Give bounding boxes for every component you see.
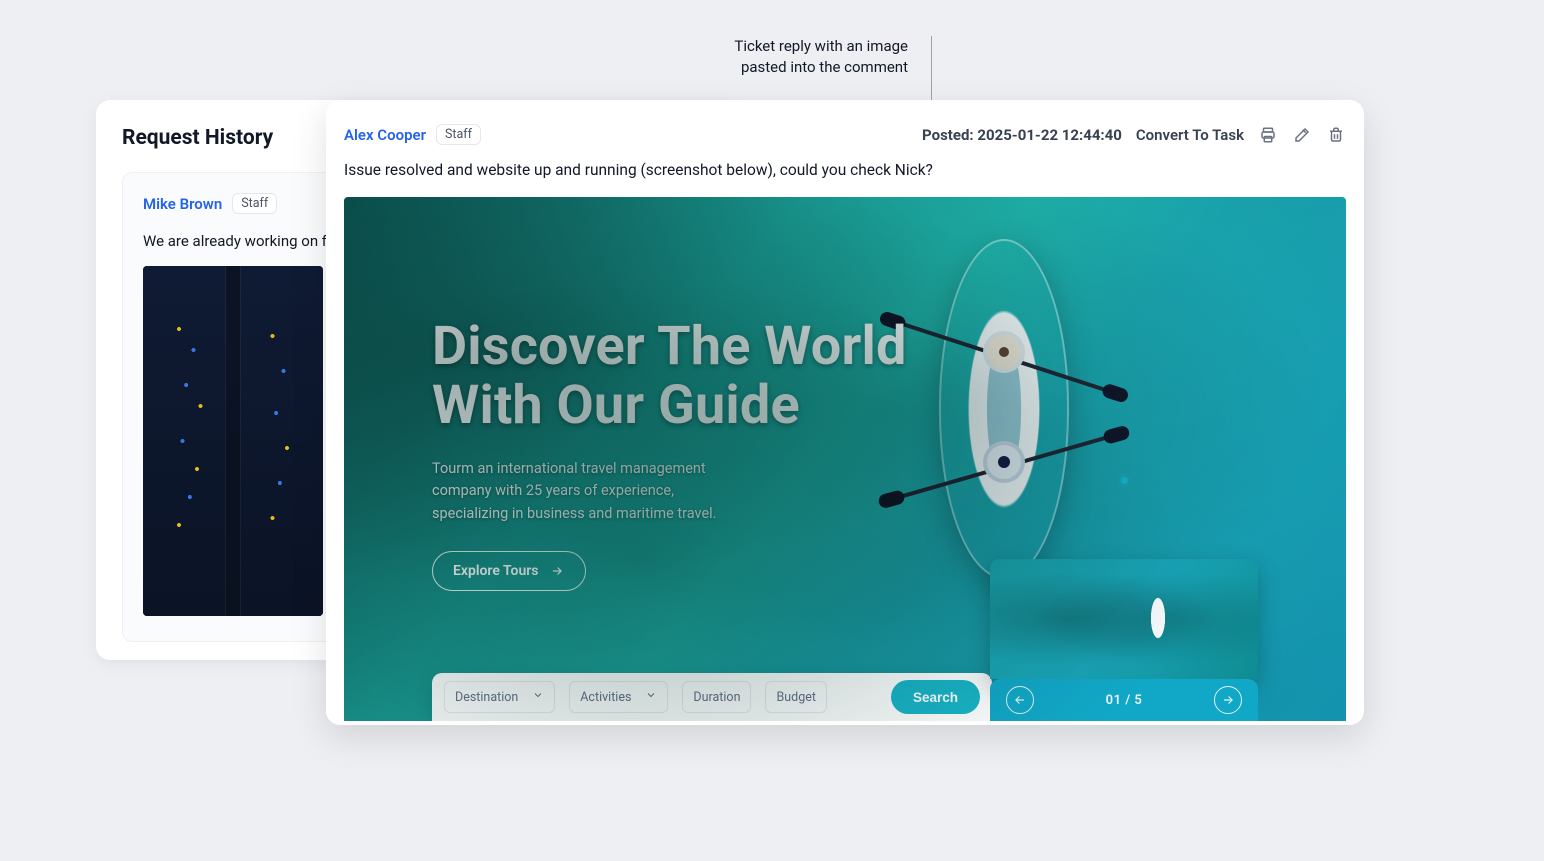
kayak-hull <box>939 239 1069 579</box>
server-rack-left <box>143 266 226 616</box>
posted-timestamp: Posted: 2025-01-22 12:44:40 <box>922 126 1122 144</box>
convert-to-task-link[interactable]: Convert To Task <box>1136 126 1244 144</box>
thumbnail-kayak <box>1145 583 1171 653</box>
duration-select[interactable]: Duration <box>682 681 751 713</box>
search-button[interactable]: Search <box>891 680 980 714</box>
print-icon[interactable] <box>1258 125 1278 145</box>
budget-select[interactable]: Budget <box>765 681 826 713</box>
arrow-right-icon <box>549 564 565 578</box>
author-link[interactable]: Mike Brown <box>143 195 222 213</box>
annotation-line-1: Ticket reply with an image <box>0 36 908 57</box>
reply-meta-actions: Posted: 2025-01-22 12:44:40 Convert To T… <box>922 125 1346 145</box>
hero-title-line-1: Discover The World <box>432 317 907 376</box>
edit-icon[interactable] <box>1292 125 1312 145</box>
posted-value: 2025-01-22 12:44:40 <box>977 126 1122 144</box>
activities-select[interactable]: Activities <box>569 681 668 713</box>
ticket-reply-card: Alex Cooper Staff Posted: 2025-01-22 12:… <box>326 100 1364 725</box>
author-link[interactable]: Alex Cooper <box>344 126 426 144</box>
activities-label: Activities <box>580 690 631 705</box>
destination-select[interactable]: Destination <box>444 681 555 713</box>
explore-tours-label: Explore Tours <box>453 563 539 579</box>
next-slide-button[interactable] <box>1214 686 1242 714</box>
hero-copy-block: Discover The World With Our Guide Tourm … <box>432 317 907 591</box>
duration-label: Duration <box>693 690 740 705</box>
decorative-dot <box>1121 477 1128 484</box>
hero-thumbnail[interactable] <box>990 559 1258 679</box>
hero-title: Discover The World With Our Guide <box>432 317 907 436</box>
paddler-rear <box>987 445 1021 479</box>
chevron-down-icon <box>532 689 544 705</box>
role-badge: Staff <box>436 124 481 145</box>
prev-slide-button[interactable] <box>1006 686 1034 714</box>
trash-icon[interactable] <box>1326 125 1346 145</box>
posted-label: Posted: <box>922 126 974 144</box>
hero-pager-strip: 01 / 5 <box>990 679 1258 721</box>
chevron-down-icon <box>645 689 657 705</box>
server-rack-right <box>240 266 323 616</box>
role-badge: Staff <box>232 193 277 214</box>
kayak-deck <box>975 290 1033 528</box>
annotation-caption: Ticket reply with an image pasted into t… <box>0 36 908 78</box>
reply-header: Alex Cooper Staff Posted: 2025-01-22 12:… <box>344 124 1346 145</box>
paddler-front <box>987 335 1021 369</box>
arrow-left-icon <box>1013 693 1027 707</box>
budget-label: Budget <box>776 690 815 705</box>
destination-label: Destination <box>455 690 518 705</box>
hero-search-bar: Destination Activities Duration Budget S… <box>432 673 992 721</box>
attached-image-website-hero[interactable]: Discover The World With Our Guide Tourm … <box>344 197 1346 721</box>
hero-description: Tourm an international travel management… <box>432 458 752 525</box>
slide-counter: 01 / 5 <box>1106 693 1143 708</box>
arrow-right-icon <box>1221 693 1235 707</box>
annotation-line-2: pasted into the comment <box>0 57 908 78</box>
reply-author-area: Alex Cooper Staff <box>344 124 481 145</box>
hero-kayak-illustration <box>939 239 1069 579</box>
hero-title-line-2: With Our Guide <box>432 376 907 435</box>
reply-body-text: Issue resolved and website up and runnin… <box>344 161 1346 179</box>
explore-tours-button[interactable]: Explore Tours <box>432 551 586 591</box>
attached-image-server-rack[interactable] <box>143 266 323 616</box>
